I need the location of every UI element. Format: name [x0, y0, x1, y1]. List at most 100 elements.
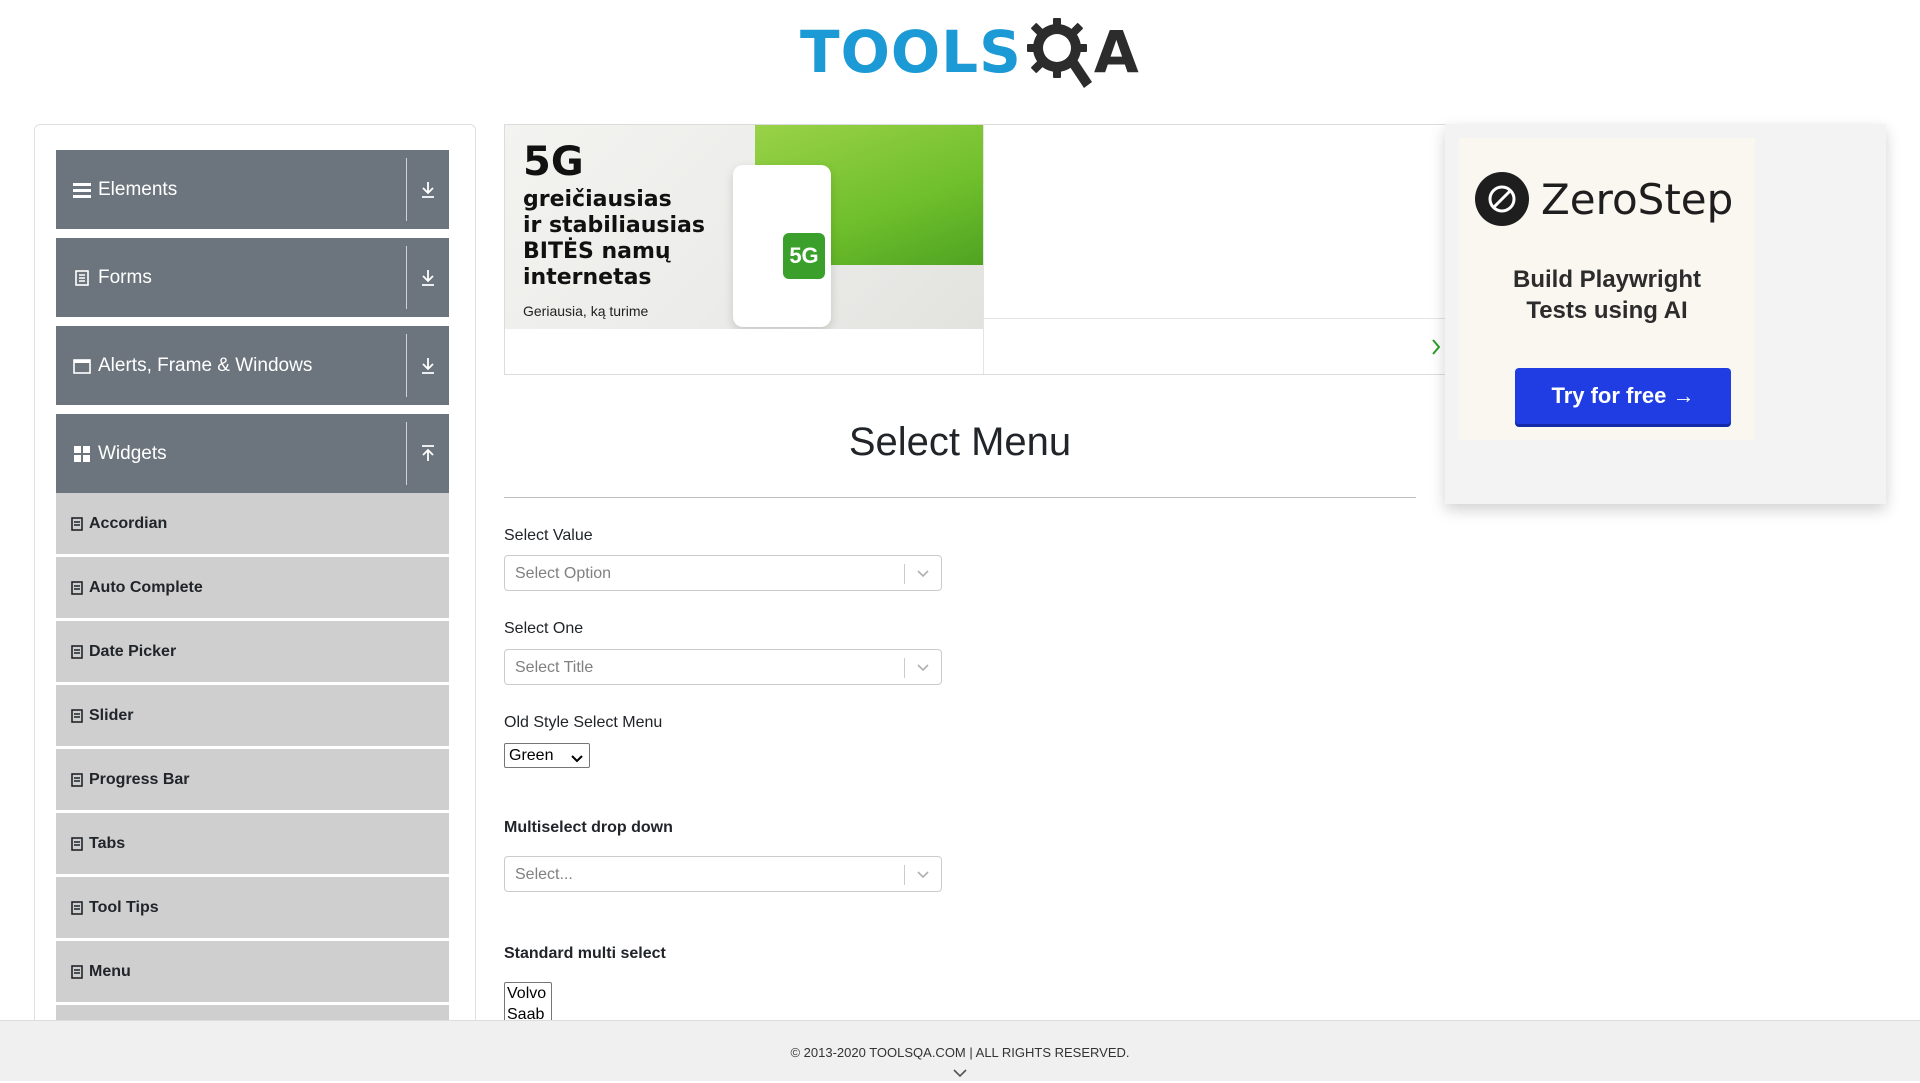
chevron-down-icon[interactable] [915, 868, 931, 882]
sidebar-item-tool-tips[interactable]: Tool Tips [56, 877, 449, 941]
window-icon [72, 358, 92, 374]
sidebar-item-slider[interactable]: Slider [56, 685, 449, 749]
sidebar-item-label: Slider [89, 706, 134, 724]
sidebar-item-label: Auto Complete [89, 578, 203, 596]
chevron-right-icon[interactable] [1428, 335, 1444, 359]
select-placeholder: Select Title [515, 659, 594, 676]
tagline-line: Build Playwright [1512, 266, 1701, 293]
select-one-label: Select One [504, 620, 584, 637]
ad-lines: greičiausias ir stabiliausias BITĖS namų… [523, 187, 743, 291]
list-item-icon [71, 964, 83, 979]
list-item-icon [71, 900, 83, 915]
sidebar-item-label: Date Picker [89, 642, 177, 660]
ad-image: 5G 5G greičiausias ir stabiliausias BITĖ… [505, 125, 983, 329]
divider [904, 865, 905, 885]
old-style-select[interactable]: Green [504, 743, 590, 768]
zerostep-brand: ZeroStep [1475, 172, 1733, 226]
ad-line: BITĖS namų [523, 239, 671, 264]
chevron-down-icon [571, 750, 583, 768]
upload-arrow-icon[interactable] [415, 441, 441, 467]
select-placeholder: Select... [515, 866, 573, 883]
zerostep-logo-icon [1475, 172, 1529, 226]
chevron-down-icon[interactable] [952, 1065, 968, 1083]
ad-headline: 5G [523, 139, 584, 185]
sidebar-item-progress-bar[interactable]: Progress Bar [56, 749, 449, 813]
list-item-icon [71, 644, 83, 659]
zerostep-ad[interactable]: ZeroStep Build Playwright Tests using AI… [1445, 124, 1886, 504]
divider [406, 158, 407, 221]
download-arrow-icon[interactable] [415, 353, 441, 379]
divider [406, 334, 407, 397]
select-value-label: Select Value [504, 527, 593, 544]
list-item-icon [71, 708, 83, 723]
document-icon [72, 269, 92, 286]
hamburger-icon [72, 182, 92, 198]
list-item-icon [71, 580, 83, 595]
multiselect-dropdown[interactable]: Select... [504, 856, 942, 892]
sidebar-group-elements[interactable]: Elements [56, 150, 449, 229]
sidebar-item-tabs[interactable]: Tabs [56, 813, 449, 877]
select-placeholder: Select Option [515, 565, 612, 582]
divider [983, 125, 984, 374]
footer: © 2013-2020 TOOLSQA.COM | ALL RIGHTS RES… [0, 1020, 1920, 1081]
divider [983, 318, 1446, 319]
sidebar-item-label: Menu [89, 962, 131, 980]
sidebar-group-label: Widgets [98, 442, 167, 464]
download-arrow-icon[interactable] [415, 177, 441, 203]
ad-line: internetas [523, 265, 652, 290]
select-one-dropdown[interactable]: Select Title [504, 649, 942, 685]
logo-tools-text: TOOLS [800, 18, 1022, 86]
tagline-line: Tests using AI [1526, 297, 1688, 324]
select-value-dropdown[interactable]: Select Option [504, 555, 942, 591]
multiselect-label: Multiselect drop down [504, 819, 673, 836]
logo-a-text: A [1093, 18, 1139, 86]
sidebar-item-label: Tool Tips [89, 898, 159, 916]
old-style-value: Green [509, 747, 554, 764]
copyright-text: © 2013-2020 TOOLSQA.COM | ALL RIGHTS RES… [790, 1045, 1130, 1060]
sidebar-item-label: Progress Bar [89, 770, 190, 788]
logo-qa: A [1024, 14, 1139, 90]
sidebar-item-auto-complete[interactable]: Auto Complete [56, 557, 449, 621]
grid-icon [72, 445, 92, 462]
standard-multi-select[interactable]: Volvo Saab [504, 982, 552, 1024]
divider [904, 658, 905, 678]
sidebar-item-menu[interactable]: Menu [56, 941, 449, 1005]
ad-line: greičiausias [523, 187, 672, 212]
ad-line: ir stabiliausias [523, 213, 705, 238]
sidebar-group-alerts[interactable]: Alerts, Frame & Windows [56, 326, 449, 405]
divider [504, 497, 1416, 498]
sidebar-item-accordian[interactable]: Accordian [56, 493, 449, 557]
multi-option[interactable]: Volvo [505, 983, 551, 1004]
sidebar: Elements Forms Alerts, Frame & Windows W… [34, 124, 476, 1026]
sidebar-item-label: Tabs [89, 834, 126, 852]
banner-ad[interactable]: 5G 5G greičiausias ir stabiliausias BITĖ… [504, 124, 1447, 375]
sidebar-group-label: Alerts, Frame & Windows [98, 354, 313, 376]
list-item-icon [71, 772, 83, 787]
ad-small-text: Geriausia, ką turime [523, 303, 649, 319]
sidebar-group-label: Elements [98, 178, 178, 200]
router-badge: 5G [783, 233, 825, 279]
toolsqa-logo[interactable]: TOOLS A [800, 14, 1139, 90]
try-for-free-button[interactable]: Try for free → [1515, 368, 1731, 424]
sidebar-group-widgets[interactable]: Widgets [56, 414, 449, 493]
sidebar-item-date-picker[interactable]: Date Picker [56, 621, 449, 685]
page-title: Select Menu [848, 420, 1072, 464]
divider [406, 246, 407, 309]
list-item-icon [71, 516, 83, 531]
divider [406, 422, 407, 485]
old-style-label: Old Style Select Menu [504, 714, 663, 731]
sidebar-group-label: Forms [98, 266, 152, 288]
zerostep-name: ZeroStep [1541, 174, 1734, 224]
zerostep-tagline: Build Playwright Tests using AI [1459, 264, 1755, 326]
router-graphic: 5G [733, 165, 831, 327]
standard-multi-label: Standard multi select [504, 945, 666, 962]
download-arrow-icon[interactable] [415, 265, 441, 291]
list-item-icon [71, 836, 83, 851]
sidebar-group-forms[interactable]: Forms [56, 238, 449, 317]
gear-magnifier-icon [1026, 18, 1092, 88]
zerostep-card: ZeroStep Build Playwright Tests using AI… [1459, 138, 1755, 440]
chevron-down-icon[interactable] [915, 567, 931, 581]
sidebar-item-label: Accordian [89, 514, 168, 532]
divider [904, 564, 905, 584]
chevron-down-icon[interactable] [915, 661, 931, 675]
